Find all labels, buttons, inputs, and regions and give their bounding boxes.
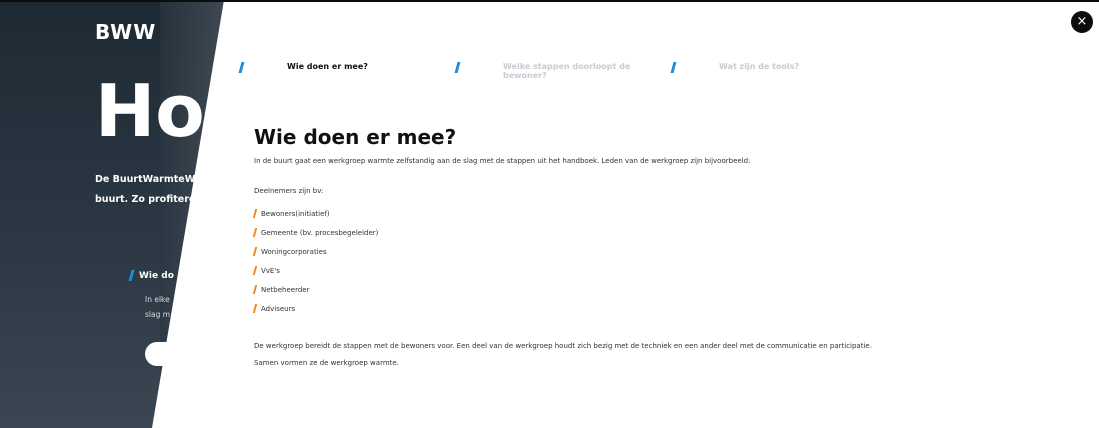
list-item-label: Netbeheerder — [261, 285, 310, 294]
participant-list: Bewoners(initiatief) Gemeente (bv. proce… — [252, 204, 894, 318]
close-button[interactable]: × — [1071, 11, 1093, 33]
hero-subheading: Wie do — [128, 270, 174, 281]
slash-icon — [252, 266, 258, 275]
list-item: Netbeheerder — [252, 280, 894, 299]
list-item: VvE's — [252, 261, 894, 280]
list-item-label: VvE's — [261, 266, 280, 275]
panel-content: Wie doen er mee? In de buurt gaat een we… — [252, 125, 894, 372]
close-icon: × — [1076, 14, 1088, 29]
list-item: Woningcorporaties — [252, 242, 894, 261]
list-intro: Deelnemers zijn bv: — [254, 187, 324, 195]
list-item: Bewoners(initiatief) — [252, 204, 894, 223]
hero-subheading-label: Wie do — [139, 270, 174, 281]
list-item-label: Adviseurs — [261, 304, 296, 313]
hero-subtext-line: slag m — [145, 310, 171, 319]
slash-icon — [252, 247, 258, 256]
hero-subtext: In elke slag m — [145, 292, 170, 322]
slash-icon — [128, 270, 135, 281]
tab-label: Wie doen er mee? — [287, 62, 368, 71]
list-item-label: Bewoners(initiatief) — [261, 209, 330, 218]
top-strip — [0, 0, 1099, 2]
slash-icon — [252, 285, 258, 294]
content-bottom-paragraph: De werkgroep bereidt de stappen met de b… — [254, 342, 872, 367]
hero-subtext-line: In elke — [145, 295, 170, 304]
slash-icon — [252, 209, 258, 218]
list-item: Adviseurs — [252, 299, 894, 318]
tab-label: Wat zijn de tools? — [719, 62, 800, 71]
bww-logo[interactable]: BWW — [95, 20, 156, 44]
slash-icon — [252, 228, 258, 237]
list-item-label: Gemeente (bv. procesbegeleider) — [261, 228, 379, 237]
slash-icon — [252, 304, 258, 313]
content-lead: In de buurt gaat een werkgroep warmte ze… — [254, 157, 751, 165]
content-title: Wie doen er mee? — [254, 125, 457, 149]
tab-label: Welke stappen doorloopt de bewoner? — [503, 62, 631, 80]
list-item-label: Woningcorporaties — [261, 247, 327, 256]
list-item: Gemeente (bv. procesbegeleider) — [252, 223, 894, 242]
